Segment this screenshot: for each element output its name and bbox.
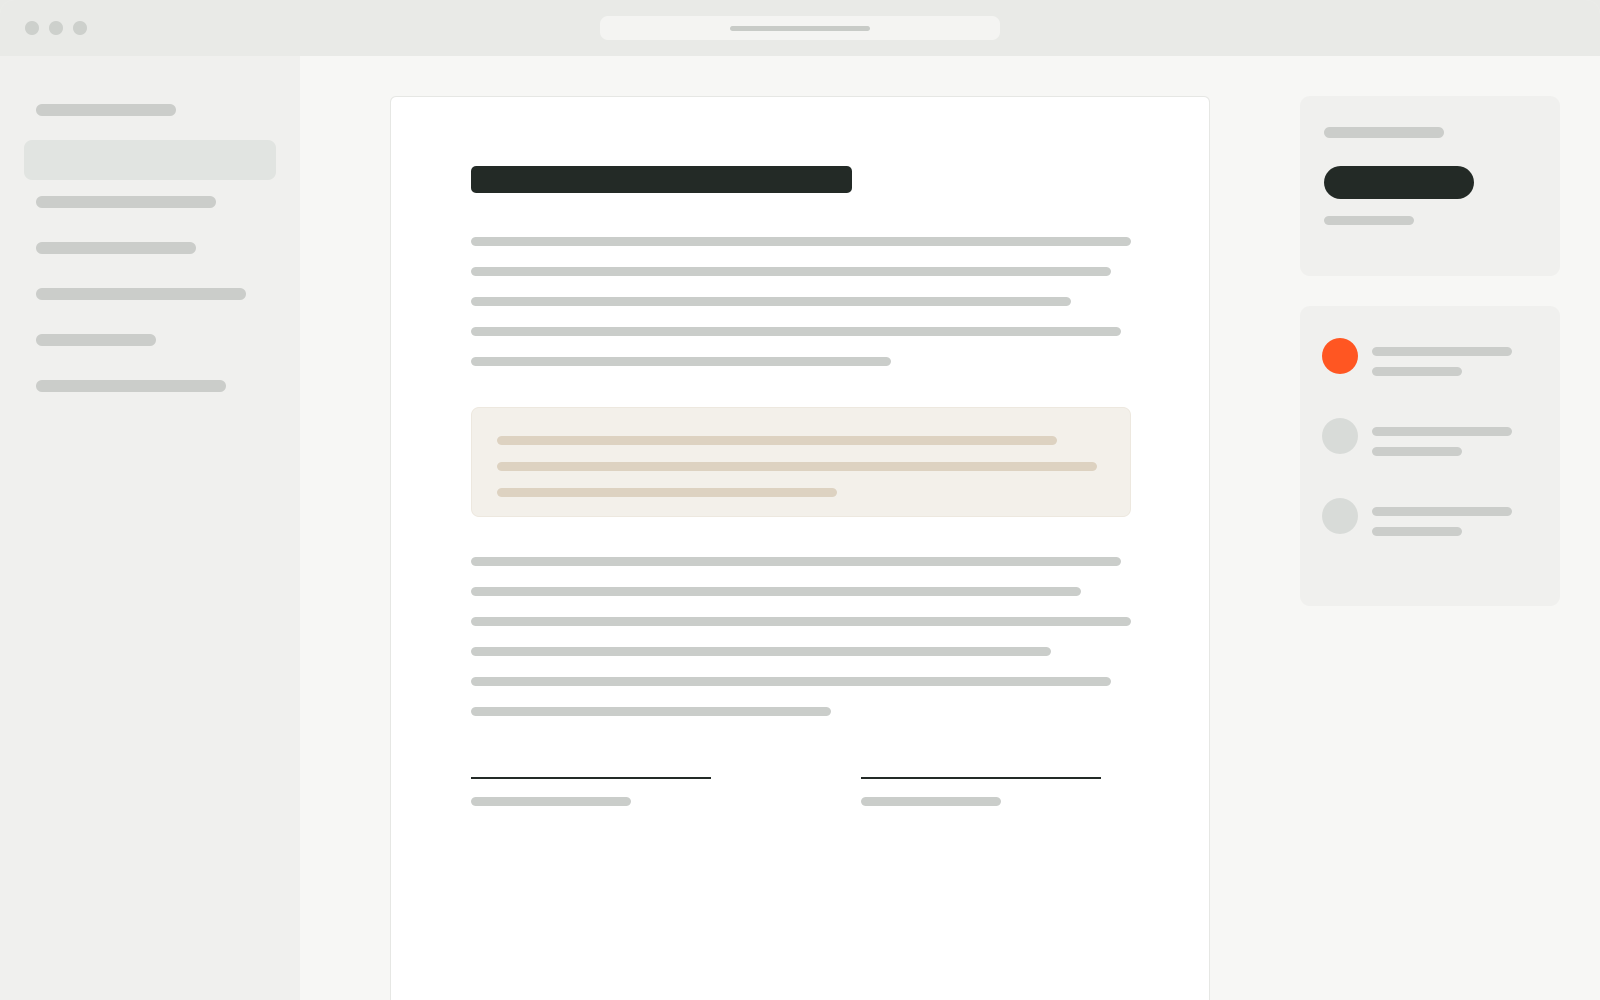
callout-box <box>471 407 1131 517</box>
zoom-window-button[interactable] <box>73 21 87 35</box>
address-bar-text <box>730 26 870 31</box>
app-window <box>0 0 1600 1000</box>
callout-line <box>497 436 1057 445</box>
signature-caption <box>471 797 631 806</box>
signature-caption <box>861 797 1001 806</box>
signature-line[interactable] <box>861 777 1101 779</box>
participant-row[interactable] <box>1300 418 1560 458</box>
text-line <box>471 327 1121 336</box>
participant-row[interactable] <box>1300 498 1560 538</box>
sidebar <box>0 56 300 1000</box>
minimize-window-button[interactable] <box>49 21 63 35</box>
callout-line <box>497 488 837 497</box>
avatar <box>1322 418 1358 454</box>
document-title <box>471 166 852 193</box>
sidebar-item[interactable] <box>36 334 156 346</box>
participants-card <box>1300 306 1560 606</box>
text-line <box>471 557 1121 566</box>
text-line <box>471 237 1131 246</box>
text-line <box>471 357 891 366</box>
text-line <box>471 647 1051 656</box>
text-line <box>471 617 1131 626</box>
participant-detail <box>1372 367 1462 376</box>
text-line <box>471 267 1111 276</box>
summary-sub-label <box>1324 216 1414 225</box>
sidebar-item[interactable] <box>36 288 246 300</box>
avatar <box>1322 498 1358 534</box>
close-window-button[interactable] <box>25 21 39 35</box>
participant-detail <box>1372 527 1462 536</box>
text-line <box>471 707 831 716</box>
text-line <box>471 587 1081 596</box>
signature-line[interactable] <box>471 777 711 779</box>
participant-name <box>1372 347 1512 356</box>
summary-label <box>1324 127 1444 138</box>
callout-line <box>497 462 1097 471</box>
text-line <box>471 297 1071 306</box>
document-page[interactable] <box>390 96 1210 1000</box>
text-line <box>471 677 1111 686</box>
sidebar-item[interactable] <box>36 380 226 392</box>
title-bar <box>0 0 1600 56</box>
participant-name <box>1372 427 1512 436</box>
participant-row[interactable] <box>1300 338 1560 378</box>
sidebar-item[interactable] <box>36 196 216 208</box>
sidebar-item-selected[interactable] <box>24 140 276 180</box>
summary-card <box>1300 96 1560 276</box>
participant-name <box>1372 507 1512 516</box>
address-bar[interactable] <box>600 16 1000 40</box>
primary-action-button[interactable] <box>1324 166 1474 199</box>
sidebar-item[interactable] <box>36 242 196 254</box>
participant-detail <box>1372 447 1462 456</box>
sidebar-heading[interactable] <box>36 104 176 116</box>
avatar <box>1322 338 1358 374</box>
